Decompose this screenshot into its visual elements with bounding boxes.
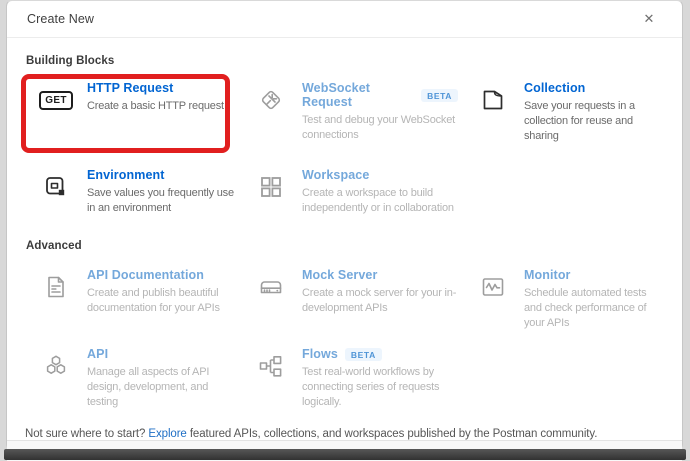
- section-label-advanced: Advanced: [26, 240, 664, 252]
- card-description: Save values you frequently use in an env…: [87, 186, 236, 216]
- collection-icon: [462, 81, 524, 114]
- card-api[interactable]: API Manage all aspects of API design, de…: [25, 347, 240, 410]
- card-title: API: [87, 347, 108, 361]
- card-collection[interactable]: Collection Save your requests in a colle…: [462, 81, 664, 144]
- card-title: HTTP Request: [87, 81, 173, 95]
- section-label-building-blocks: Building Blocks: [26, 55, 664, 67]
- card-description: Test and debug your WebSocket connection…: [302, 113, 458, 143]
- card-environment[interactable]: Environment Save values you frequently u…: [25, 168, 240, 216]
- close-icon[interactable]: ✕: [638, 8, 660, 30]
- footer-note: Not sure where to start? Explore feature…: [25, 428, 664, 440]
- environment-icon: [25, 168, 87, 201]
- monitor-icon: [462, 268, 524, 301]
- dialog-title: Create New: [27, 12, 94, 26]
- explore-link[interactable]: Explore: [148, 428, 186, 440]
- card-description: Create a mock server for your in-develop…: [302, 286, 458, 316]
- footer-note-prefix: Not sure where to start?: [25, 428, 148, 440]
- card-description: Create and publish beautiful documentati…: [87, 286, 236, 316]
- card-title: Monitor: [524, 268, 571, 282]
- footer-note-suffix: featured APIs, collections, and workspac…: [187, 428, 598, 440]
- card-description: Schedule automated tests and check perfo…: [524, 286, 660, 331]
- beta-badge: BETA: [421, 89, 458, 102]
- websocket-icon: [240, 81, 302, 114]
- card-description: Test real-world workflows by connecting …: [302, 365, 458, 410]
- card-title: Collection: [524, 81, 585, 95]
- card-title: API Documentation: [87, 268, 204, 282]
- card-flows[interactable]: Flows BETA Test real-world workflows by …: [240, 347, 462, 410]
- dialog-header: Create New ✕: [7, 1, 682, 38]
- card-description: Save your requests in a collection for r…: [524, 99, 660, 144]
- card-websocket-request[interactable]: WebSocket Request BETA Test and debug yo…: [240, 81, 462, 144]
- app-window-edge: [4, 449, 686, 460]
- card-title: Workspace: [302, 168, 369, 182]
- beta-badge: BETA: [345, 348, 382, 361]
- card-title: Flows: [302, 347, 338, 361]
- card-http-request[interactable]: GET HTTP Request Create a basic HTTP req…: [25, 81, 240, 144]
- advanced-grid: API Documentation Create and publish bea…: [25, 268, 664, 410]
- dialog-content: Building Blocks GET HTTP Request Create …: [7, 38, 682, 440]
- workspace-icon: [240, 168, 302, 201]
- card-title: Mock Server: [302, 268, 377, 282]
- flows-icon: [240, 347, 302, 380]
- get-method-icon: GET: [25, 81, 87, 110]
- card-description: Create a basic HTTP request: [87, 99, 236, 114]
- card-mock-server[interactable]: Mock Server Create a mock server for you…: [240, 268, 462, 331]
- create-new-dialog: Create New ✕ Building Blocks GET HTTP Re…: [6, 0, 683, 450]
- api-documentation-icon: [25, 268, 87, 301]
- card-description: Manage all aspects of API design, develo…: [87, 365, 236, 410]
- card-workspace[interactable]: Workspace Create a workspace to build in…: [240, 168, 462, 216]
- card-api-documentation[interactable]: API Documentation Create and publish bea…: [25, 268, 240, 331]
- card-monitor[interactable]: Monitor Schedule automated tests and che…: [462, 268, 664, 331]
- card-description: Create a workspace to build independentl…: [302, 186, 458, 216]
- card-title: Environment: [87, 168, 165, 182]
- mock-server-icon: [240, 268, 302, 301]
- api-hexagons-icon: [25, 347, 87, 380]
- card-title: WebSocket Request: [302, 81, 414, 109]
- building-blocks-grid: GET HTTP Request Create a basic HTTP req…: [25, 81, 664, 216]
